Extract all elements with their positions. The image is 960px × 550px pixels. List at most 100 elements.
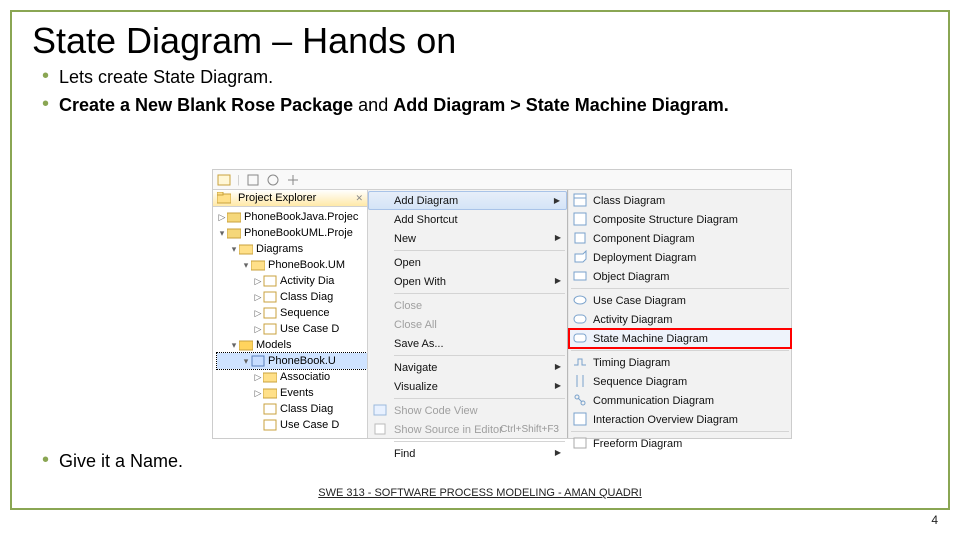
menu-add-shortcut[interactable]: Add Shortcut — [368, 210, 567, 229]
usecase-icon — [573, 293, 587, 307]
project-icon — [227, 227, 241, 239]
menu-open-with[interactable]: Open With▶ — [368, 272, 567, 291]
submenu-freeform-diagram[interactable]: Freeform Diagram — [569, 434, 791, 453]
toolbar: | — [213, 170, 791, 190]
diagram-icon — [263, 323, 277, 335]
bullet-dot-icon: • — [42, 450, 49, 470]
diagram-icon — [263, 291, 277, 303]
screenshot-body: Project Explorer ✕ ▷PhoneBookJava.Projec… — [213, 190, 791, 438]
project-icon — [227, 211, 241, 223]
submenu-arrow-icon: ▶ — [555, 381, 561, 390]
diagram-icon — [263, 275, 277, 287]
tree-item: ▾PhoneBookUML.Proje — [217, 225, 367, 241]
shortcut-label: Ctrl+Shift+F3 — [500, 424, 559, 435]
submenu-arrow-icon: ▶ — [555, 362, 561, 371]
toolbar-icon[interactable] — [266, 173, 280, 187]
slide-frame: State Diagram – Hands on • Lets create S… — [10, 10, 950, 510]
explorer-tab-icon — [217, 192, 231, 204]
menu-find[interactable]: Find▶ — [368, 444, 567, 463]
screenshot-panel: | Project Explorer ✕ ▷PhoneBookJava.Proj… — [212, 169, 792, 439]
sequence-icon — [573, 374, 587, 388]
bullet-2: • Create a New Blank Rose Package and Ad… — [42, 94, 948, 116]
toolbar-icon[interactable] — [286, 173, 300, 187]
tree-item: ▷Activity Dia — [217, 273, 367, 289]
submenu-state-machine-diagram[interactable]: State Machine Diagram — [569, 329, 791, 348]
source-icon — [373, 422, 387, 436]
submenu-arrow-icon: ▶ — [555, 233, 561, 242]
menu-navigate[interactable]: Navigate▶ — [368, 358, 567, 377]
submenu-class-diagram[interactable]: Class Diagram — [569, 191, 791, 210]
submenu-separator — [571, 431, 789, 432]
bullet-3: • Give it a Name. — [42, 450, 183, 472]
project-explorer: Project Explorer ✕ ▷PhoneBookJava.Projec… — [213, 190, 368, 438]
menu-new[interactable]: New▶ — [368, 229, 567, 248]
bullet-1-text: Lets create State Diagram. — [59, 66, 273, 88]
component-icon — [573, 231, 587, 245]
timing-icon — [573, 355, 587, 369]
tree-item: ▷Sequence — [217, 305, 367, 321]
submenu-communication-diagram[interactable]: Communication Diagram — [569, 391, 791, 410]
project-explorer-tab[interactable]: Project Explorer ✕ — [213, 190, 367, 207]
tree-item: ▷Events — [217, 385, 367, 401]
submenu-arrow-icon: ▶ — [555, 448, 561, 457]
submenu-sequence-diagram[interactable]: Sequence Diagram — [569, 372, 791, 391]
bullet-dot-icon: • — [42, 66, 49, 86]
diagram-icon — [263, 403, 277, 415]
submenu-component-diagram[interactable]: Component Diagram — [569, 229, 791, 248]
bullet-dot-icon: • — [42, 94, 49, 114]
folder-icon — [251, 259, 265, 271]
activity-icon — [573, 312, 587, 326]
bullet-2-bold-2: Add Diagram > State Machine Diagram. — [393, 95, 729, 115]
menu-separator — [394, 250, 565, 251]
tree-item: ▾Models — [217, 337, 367, 353]
context-menu: Add Diagram▶ Add Shortcut New▶ Open Open… — [368, 190, 568, 438]
tree-item: ▷PhoneBookJava.Projec — [217, 209, 367, 225]
tree-item: ▷Class Diag — [217, 289, 367, 305]
menu-show-code: Show Code View — [368, 401, 567, 420]
project-tree[interactable]: ▷PhoneBookJava.Projec ▾PhoneBookUML.Proj… — [213, 207, 367, 433]
object-icon — [573, 269, 587, 283]
tree-item: ▷Use Case D — [217, 321, 367, 337]
diagram-icon — [263, 307, 277, 319]
menu-add-diagram[interactable]: Add Diagram▶ — [368, 191, 567, 210]
bullet-2-plain: and — [353, 95, 393, 115]
menu-close-all: Close All — [368, 315, 567, 334]
menu-open[interactable]: Open — [368, 253, 567, 272]
add-diagram-submenu: Class Diagram Composite Structure Diagra… — [568, 190, 791, 438]
submenu-object-diagram[interactable]: Object Diagram — [569, 267, 791, 286]
menu-separator — [394, 355, 565, 356]
tab-close-icon[interactable]: ✕ — [355, 193, 363, 204]
submenu-interaction-overview[interactable]: Interaction Overview Diagram — [569, 410, 791, 429]
class-diagram-icon — [573, 193, 587, 207]
tree-item-selected[interactable]: ▾PhoneBook.U — [217, 353, 367, 369]
menu-separator — [394, 293, 565, 294]
submenu-separator — [571, 288, 789, 289]
toolbar-icon[interactable] — [217, 173, 231, 187]
toolbar-icon[interactable] — [246, 173, 260, 187]
folder-icon — [239, 243, 253, 255]
bullet-1: • Lets create State Diagram. — [42, 66, 948, 88]
submenu-separator — [571, 350, 789, 351]
menu-visualize[interactable]: Visualize▶ — [368, 377, 567, 396]
models-icon — [239, 339, 253, 351]
pkg-icon — [251, 355, 265, 367]
submenu-usecase-diagram[interactable]: Use Case Diagram — [569, 291, 791, 310]
submenu-deployment-diagram[interactable]: Deployment Diagram — [569, 248, 791, 267]
tree-item: ▾Diagrams — [217, 241, 367, 257]
folder-icon — [263, 371, 277, 383]
menu-separator — [394, 398, 565, 399]
tree-item: ▷Associatio — [217, 369, 367, 385]
page-number: 4 — [931, 513, 938, 527]
tree-item: Class Diag — [217, 401, 367, 417]
menu-show-source: Show Source in EditorCtrl+Shift+F3 — [368, 420, 567, 439]
deployment-icon — [573, 250, 587, 264]
diagram-icon — [263, 419, 277, 431]
slide-title: State Diagram – Hands on — [32, 20, 948, 62]
composite-icon — [573, 212, 587, 226]
freeform-icon — [573, 436, 587, 450]
menu-save-as[interactable]: Save As... — [368, 334, 567, 353]
folder-icon — [263, 387, 277, 399]
submenu-composite-structure[interactable]: Composite Structure Diagram — [569, 210, 791, 229]
submenu-timing-diagram[interactable]: Timing Diagram — [569, 353, 791, 372]
submenu-activity-diagram[interactable]: Activity Diagram — [569, 310, 791, 329]
